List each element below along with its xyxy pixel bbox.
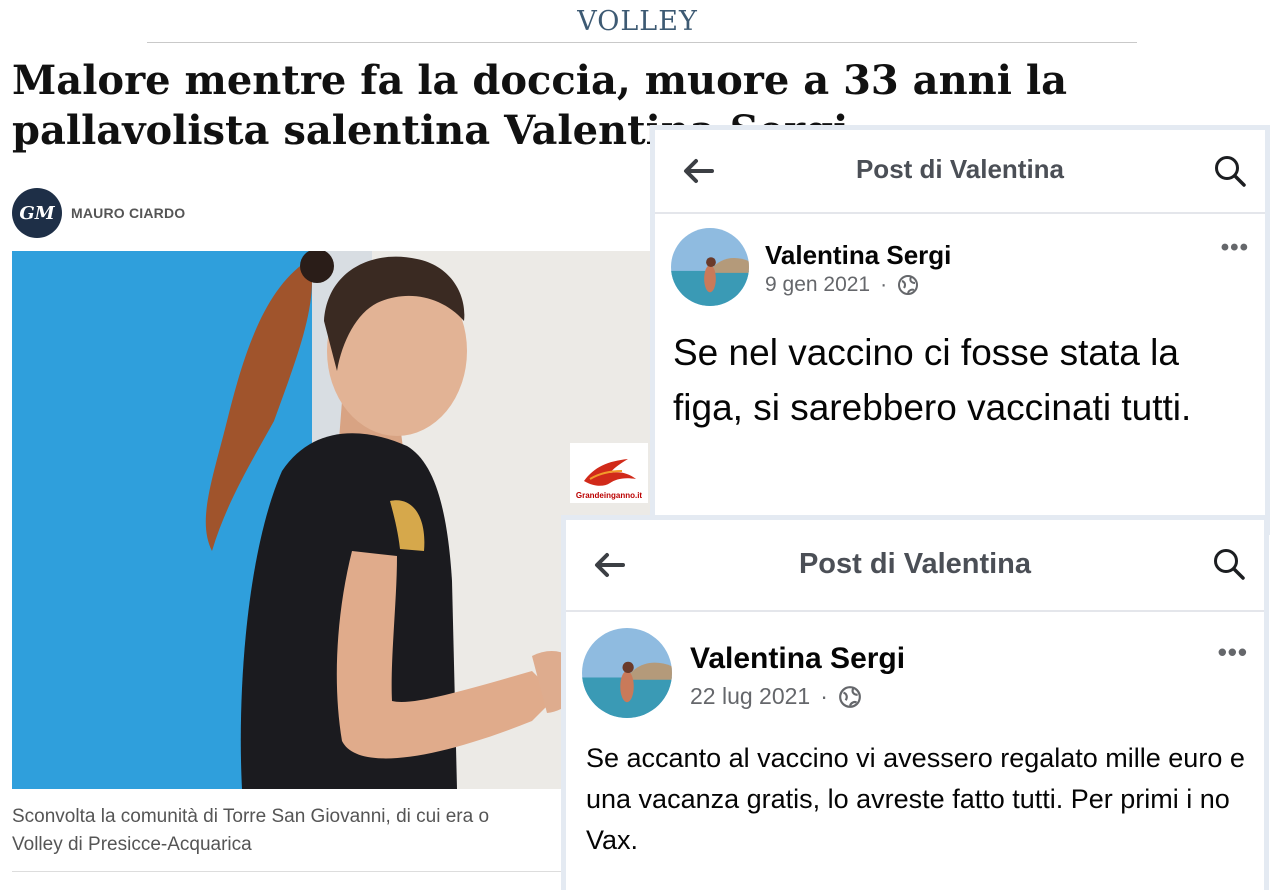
caption-line-1: Sconvolta la comunità di Torre San Giova… (12, 806, 490, 827)
watermark-text: Grandeinganno.it (575, 491, 643, 500)
post-meta: 9 gen 2021 · (765, 273, 919, 297)
watermark: Grandeinganno.it (570, 443, 648, 503)
profile-name[interactable]: Valentina Sergi (690, 642, 905, 676)
section-divider (147, 42, 1137, 43)
post-header: Post di Valentina (655, 130, 1265, 214)
post-text: Se accanto al vaccino vi avessero regala… (586, 743, 1245, 855)
byline: GM MAURO CIARDO (12, 188, 185, 238)
footer-divider (12, 871, 572, 872)
hero-photo (12, 251, 652, 789)
globe-icon (898, 275, 919, 295)
globe-icon (838, 685, 861, 708)
author-avatar[interactable]: GM (12, 188, 62, 238)
photo-caption: Sconvolta la comunità di Torre San Giova… (12, 803, 572, 859)
profile-name[interactable]: Valentina Sergi (765, 240, 951, 271)
meta-separator: · (880, 273, 888, 296)
phoenix-logo-icon (584, 459, 636, 486)
profile-avatar[interactable] (671, 228, 749, 306)
more-options-icon[interactable]: ••• (1221, 234, 1249, 262)
post-date[interactable]: 22 lug 2021 (690, 683, 810, 710)
post-meta: 22 lug 2021 · (690, 683, 862, 710)
search-icon[interactable] (1212, 547, 1246, 581)
post-header-title: Post di Valentina (798, 548, 1032, 580)
author-name[interactable]: MAURO CIARDO (71, 205, 185, 221)
facebook-post-card: Post di Valentina Valentina Sergi 9 gen … (655, 130, 1265, 530)
post-header: Post di Valentina (566, 520, 1264, 612)
profile-avatar[interactable] (582, 628, 672, 718)
post-header-title: Post di Valentina (855, 154, 1065, 184)
facebook-post-card: Post di Valentina Valentina Sergi 22 lug… (566, 520, 1264, 890)
meta-separator: · (820, 683, 828, 709)
post-text: Se nel vaccino ci fosse stata la figa, s… (673, 332, 1192, 428)
more-options-icon[interactable]: ••• (1218, 637, 1248, 668)
post-date[interactable]: 9 gen 2021 (765, 273, 870, 297)
search-icon[interactable] (1213, 154, 1247, 188)
caption-line-2: Volley di Presicce-Acquarica (12, 834, 252, 855)
section-label[interactable]: VOLLEY (0, 6, 1275, 37)
